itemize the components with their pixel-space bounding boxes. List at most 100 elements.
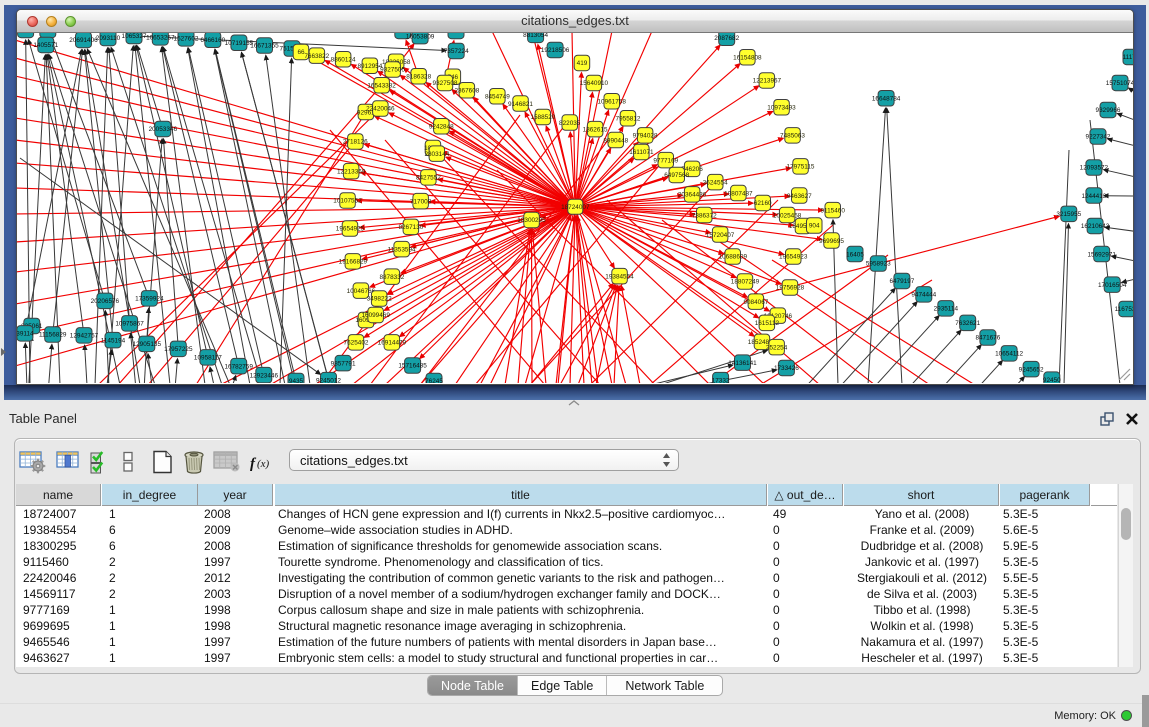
svg-text:10688609: 10688609	[719, 254, 748, 261]
svg-text:19218506: 19218506	[541, 47, 570, 54]
svg-text:16154808: 16154808	[733, 55, 762, 62]
svg-text:2718126: 2718126	[343, 139, 368, 146]
svg-text:16782759: 16782759	[224, 363, 253, 370]
svg-text:10654112: 10654112	[995, 351, 1023, 358]
svg-text:16648784: 16648784	[872, 95, 901, 102]
svg-text:9777169: 9777169	[653, 157, 678, 164]
svg-text:17332: 17332	[712, 377, 730, 383]
svg-text:7386372: 7386372	[692, 212, 717, 219]
svg-text:62160: 62160	[754, 200, 772, 207]
svg-text:717008: 717008	[410, 198, 432, 205]
svg-text:2935114: 2935114	[934, 306, 959, 313]
svg-text:1362615: 1362615	[583, 126, 608, 133]
svg-text:5958923: 5958923	[866, 261, 891, 268]
svg-text:9115460: 9115460	[820, 207, 845, 214]
svg-text:1065327: 1065327	[122, 33, 147, 40]
svg-text:8990448: 8990448	[603, 137, 628, 144]
svg-text:9474444: 9474444	[911, 292, 936, 299]
svg-text:1405571: 1405571	[33, 42, 58, 49]
svg-text:8427552: 8427552	[416, 175, 441, 182]
svg-text:8878332: 8878332	[379, 274, 404, 281]
svg-text:19384554: 19384554	[605, 273, 634, 280]
svg-text:6479197: 6479197	[889, 278, 914, 285]
svg-text:7485063: 7485063	[780, 133, 805, 140]
svg-text:2093110: 2093110	[96, 35, 121, 42]
svg-text:12942757: 12942757	[70, 333, 99, 340]
svg-text:1615112: 1615112	[755, 320, 780, 327]
svg-text:9794028: 9794028	[633, 133, 658, 140]
svg-text:904: 904	[809, 223, 820, 230]
svg-text:3498222: 3498222	[367, 296, 392, 303]
svg-text:8813054: 8813054	[523, 33, 548, 39]
svg-text:8186328: 8186328	[406, 74, 431, 81]
svg-text:8860124: 8860124	[331, 56, 356, 63]
svg-text:10958117: 10958117	[194, 355, 222, 362]
svg-text:19654925: 19654925	[336, 226, 365, 233]
svg-text:16405: 16405	[846, 251, 864, 258]
svg-text:16914479: 16914479	[378, 340, 407, 347]
svg-text:2367608: 2367608	[454, 87, 479, 94]
svg-text:10961758: 10961758	[597, 98, 626, 105]
svg-text:10653267: 10653267	[146, 35, 175, 42]
svg-text:12905135: 12905135	[133, 341, 162, 348]
svg-text:92450: 92450	[1043, 377, 1061, 383]
svg-text:6466160: 6466160	[200, 37, 225, 44]
svg-text:18724007: 18724007	[561, 204, 590, 211]
svg-text:252254: 252254	[766, 344, 788, 351]
svg-text:10719155: 10719155	[225, 40, 254, 47]
svg-text:3624554: 3624554	[703, 179, 728, 186]
svg-text:9146821: 9146821	[508, 101, 533, 108]
svg-text:7663822: 7663822	[304, 53, 329, 60]
svg-text:10807487: 10807487	[724, 190, 753, 197]
svg-text:7955812: 7955812	[616, 115, 641, 122]
svg-text:76245: 76245	[425, 378, 443, 383]
svg-text:20053346: 20053346	[149, 126, 178, 133]
svg-text:8454749: 8454749	[485, 94, 510, 101]
svg-text:18807249: 18807249	[731, 279, 760, 286]
svg-text:20364436: 20364436	[678, 192, 707, 199]
svg-text:1840: 1840	[18, 33, 33, 34]
svg-text:20691406: 20691406	[69, 37, 98, 44]
svg-text:10975867: 10975867	[115, 321, 144, 328]
svg-text:10107552: 10107552	[333, 198, 362, 205]
svg-text:1611071: 1611071	[629, 149, 654, 156]
svg-text:18300295: 18300295	[517, 217, 546, 224]
svg-text:9084067: 9084067	[743, 299, 768, 306]
svg-text:2087682: 2087682	[714, 35, 739, 42]
svg-text:16543382: 16543382	[367, 83, 396, 90]
svg-text:6497568: 6497568	[664, 172, 689, 179]
svg-text:17957225: 17957225	[164, 346, 193, 353]
svg-text:12213967: 12213967	[753, 78, 782, 85]
svg-text:8912954: 8912954	[357, 63, 382, 70]
svg-text:9329966: 9329966	[1096, 107, 1121, 114]
svg-text:1733426: 1733426	[774, 365, 799, 372]
svg-text:2803144: 2803144	[424, 151, 449, 158]
svg-text:16210643: 16210643	[1081, 223, 1110, 230]
svg-text:19654923: 19654923	[779, 254, 808, 261]
svg-text:9242848: 9242848	[429, 123, 454, 130]
svg-text:8267130: 8267130	[398, 224, 423, 231]
svg-text:11156829: 11156829	[39, 332, 67, 339]
svg-text:20206576: 20206576	[91, 298, 120, 305]
svg-text:16053809: 16053809	[406, 33, 435, 40]
svg-text:f: f	[250, 456, 257, 472]
svg-text:8471676: 8471676	[975, 335, 1000, 342]
svg-text:7625402: 7625402	[344, 340, 369, 347]
svg-text:15716485: 15716485	[398, 363, 427, 370]
svg-text:822035: 822035	[559, 120, 581, 127]
svg-text:15751074: 15751074	[1106, 80, 1133, 87]
svg-text:19166829: 19166829	[339, 259, 368, 266]
svg-text:9435: 9435	[289, 378, 304, 383]
svg-text:10973493: 10973493	[767, 104, 796, 111]
svg-text:9857791: 9857791	[331, 360, 356, 367]
svg-text:9327505: 9327505	[380, 67, 405, 74]
svg-text:1588520: 1588520	[530, 114, 555, 121]
svg-text:73: 73	[452, 33, 460, 35]
svg-text:9245652: 9245652	[1019, 366, 1044, 373]
svg-text:9699695: 9699695	[819, 238, 844, 245]
svg-text:16671355: 16671355	[250, 43, 279, 50]
svg-text:12093572: 12093572	[1080, 165, 1109, 172]
svg-text:16099469: 16099469	[361, 312, 390, 319]
svg-text:419: 419	[577, 60, 588, 67]
svg-text:9245012: 9245012	[316, 377, 341, 383]
